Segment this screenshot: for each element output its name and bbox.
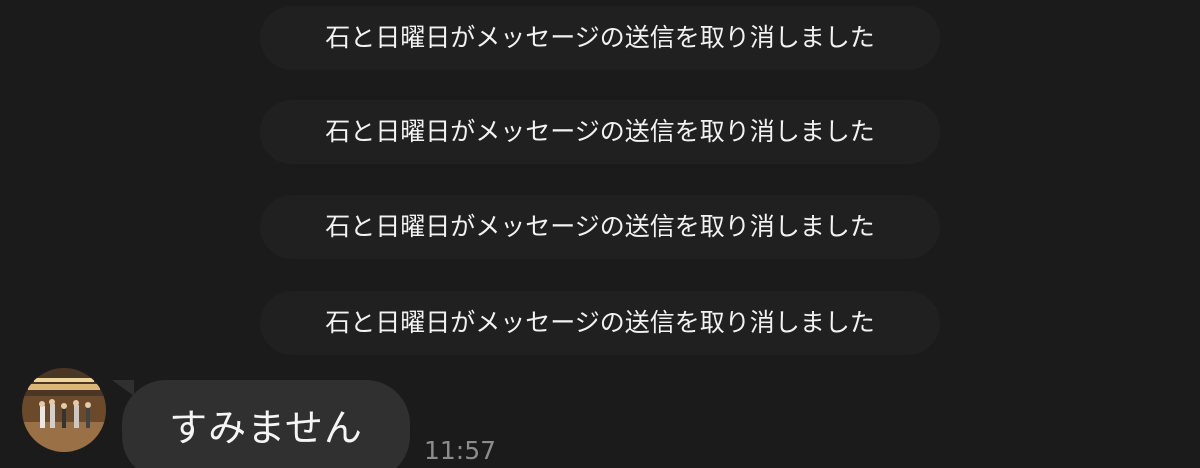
unsend-notice: 石と日曜日がメッセージの送信を取り消しました — [260, 6, 940, 70]
chat-screen: 石と日曜日がメッセージの送信を取り消しました 石と日曜日がメッセージの送信を取り… — [0, 0, 1200, 468]
unsend-notice: 石と日曜日がメッセージの送信を取り消しました — [260, 100, 940, 164]
unsend-notice: 石と日曜日がメッセージの送信を取り消しました — [260, 195, 940, 259]
unsend-notice: 石と日曜日がメッセージの送信を取り消しました — [260, 291, 940, 355]
avatar-photo-icon — [22, 368, 106, 452]
message-timestamp: 11:57 — [424, 436, 497, 465]
message-bubble[interactable]: すみません — [122, 380, 410, 468]
sender-avatar[interactable] — [22, 368, 106, 452]
message-text: すみません — [169, 406, 363, 450]
